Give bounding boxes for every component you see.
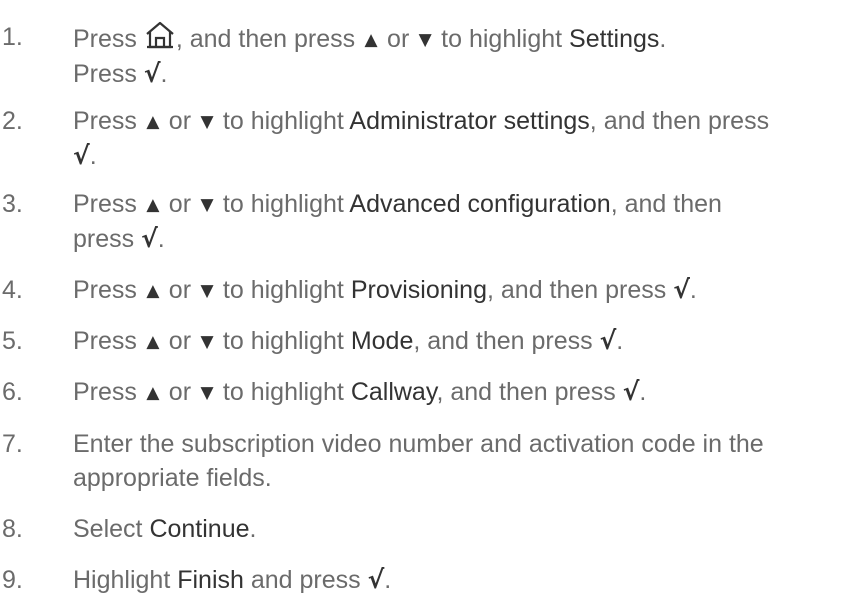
down-arrow-icon: ▼ [200,281,214,301]
step-number: 3. [2,190,23,218]
step-line: Press ▲ or ▼ to highlight Provisioning, … [73,273,843,308]
text: Highlight [73,566,178,594]
step-line: Press ▲ or ▼ to highlight Callway, and t… [73,375,843,410]
home-icon [146,21,174,49]
step-number: 6. [2,378,23,406]
step-line: press √. [73,222,843,256]
step-number: 9. [2,566,23,594]
text: to highlight [215,378,351,406]
step-number: 8. [2,515,23,543]
text: Press [73,276,144,304]
check-icon: √ [367,565,385,594]
step-text: Press ▲ or ▼ to highlight Advanced confi… [73,187,843,256]
up-arrow-icon: ▲ [146,195,160,215]
text: and press [243,566,368,594]
check-icon: √ [599,326,617,355]
up-arrow-icon: ▲ [146,281,160,301]
text: . [659,25,667,53]
text: Press [73,190,144,218]
text: or [161,276,198,304]
text: Press [73,25,144,53]
text: or [380,25,417,53]
text: press [73,225,142,253]
text: Press [73,60,144,88]
menu-item-name: Administrator settings [349,107,590,135]
menu-item-name: Advanced configuration [349,190,611,218]
text: Press [73,107,144,135]
text: Press [73,327,144,355]
menu-item-name: Mode [350,327,414,355]
down-arrow-icon: ▼ [200,112,214,132]
text: . [249,515,257,543]
step-line: Enter the subscription video number and … [73,430,764,458]
step-text: Highlight Finish and press √. [73,563,843,597]
step-text: Press ▲ or ▼ to highlight Callway, and t… [73,375,843,410]
text: . [89,142,97,170]
text: or [161,378,198,406]
down-arrow-icon: ▼ [200,383,214,403]
up-arrow-icon: ▲ [146,332,160,352]
text: , and then [610,190,722,218]
step-line: Press ▲ or ▼ to highlight Advanced confi… [73,187,843,222]
step-line: √. [73,139,843,173]
menu-item-name: Continue [149,515,250,543]
step-number: 2. [2,107,23,135]
text: to highlight [434,25,570,53]
check-icon: √ [622,377,640,406]
text: Select [73,515,150,543]
step-number: 5. [2,327,23,355]
menu-item-name: Finish [177,566,244,594]
step-line: appropriate fields. [73,464,272,492]
down-arrow-icon: ▼ [200,195,214,215]
text: to highlight [215,276,351,304]
step-text: Press ▲ or ▼ to highlight Provisioning, … [73,273,843,308]
text: . [639,378,647,406]
up-arrow-icon: ▲ [146,383,160,403]
text: , and then press [487,276,674,304]
text: , and then press [436,378,623,406]
instruction-list: 1. Press , and then press ▲ or ▼ to high… [0,0,850,612]
step-number: 7. [2,430,23,458]
text: or [161,107,198,135]
text: to highlight [215,190,350,218]
check-icon: √ [73,141,90,170]
step-line: Press ▲ or ▼ to highlight Administrator … [73,104,843,139]
menu-item-name: Callway [350,378,437,406]
down-arrow-icon: ▼ [200,332,214,352]
text: Press [73,378,144,406]
check-icon: √ [143,59,161,88]
text: , and then press [175,25,363,53]
up-arrow-icon: ▲ [364,30,378,50]
text: . [160,60,168,88]
step-number: 4. [2,276,23,304]
text: . [157,225,165,253]
step-line: Press ▲ or ▼ to highlight Mode, and then… [73,324,843,359]
down-arrow-icon: ▼ [418,30,432,50]
text: , and then press [589,107,770,135]
step-line: Highlight Finish and press √. [73,563,843,597]
text: . [689,276,697,304]
step-text: Enter the subscription video number and … [73,427,843,495]
text: or [161,190,198,218]
text: . [616,327,624,355]
text: , and then press [413,327,600,355]
step-text: Select Continue. [73,512,843,546]
text: to highlight [215,107,350,135]
step-line: Press , and then press ▲ or ▼ to highlig… [73,20,843,57]
step-text: Press , and then press ▲ or ▼ to highlig… [73,20,843,91]
text: or [161,327,198,355]
check-icon: √ [673,275,690,304]
step-text: Press ▲ or ▼ to highlight Administrator … [73,104,843,173]
step-line: Press √. [73,57,843,91]
step-number: 1. [2,23,23,51]
text: . [384,566,392,594]
check-icon: √ [141,224,158,253]
text: to highlight [215,327,351,355]
step-line: Select Continue. [73,512,843,546]
step-text: Press ▲ or ▼ to highlight Mode, and then… [73,324,843,359]
menu-item-name: Settings [569,25,660,53]
up-arrow-icon: ▲ [146,112,160,132]
menu-item-name: Provisioning [350,276,487,304]
